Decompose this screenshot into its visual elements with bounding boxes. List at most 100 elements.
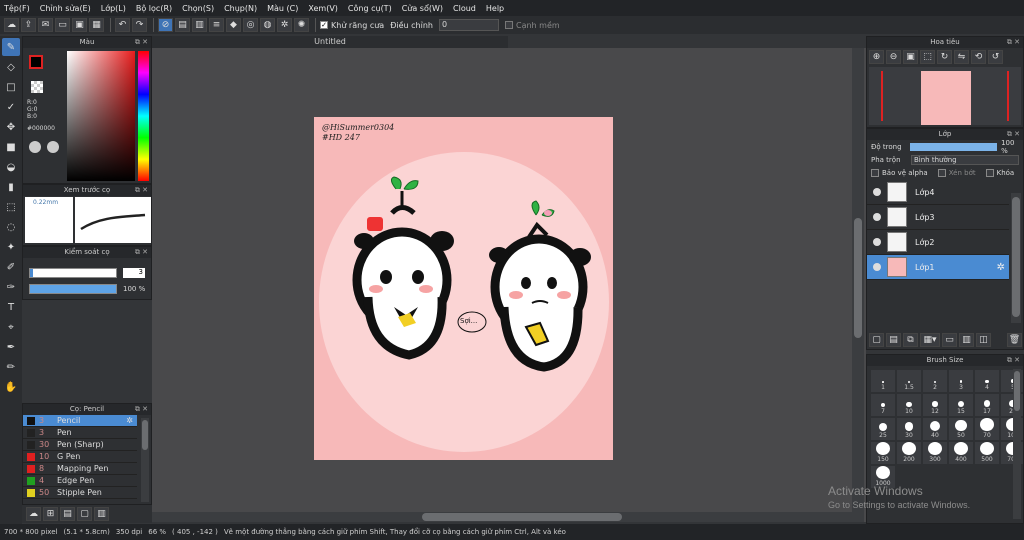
lasso-tool-icon[interactable]: ◌ [2,218,20,236]
brush-size-cell[interactable]: 200 [897,442,921,464]
brush-size-cell[interactable]: 1.5 [897,370,921,392]
actual-size-icon[interactable]: ⬚ [920,50,935,64]
hand-tool-icon[interactable]: ✋ [2,378,20,396]
rect-tool-icon[interactable]: □ [2,78,20,96]
brush-size-cell[interactable]: 15 [949,394,973,416]
brush-size-cell[interactable]: 50 [949,418,973,440]
brush-list-item[interactable]: 8 Mapping Pen [23,463,137,475]
brush-list-item[interactable]: 3 Pencil ✲ [23,415,137,427]
new-layer-icon[interactable]: ▢ [869,333,884,347]
menu-item[interactable]: Công cụ(T) [348,4,392,13]
layer-settings-icon[interactable]: ▦▾ [920,333,940,347]
move-tool-icon[interactable]: ✥ [2,118,20,136]
menu-item[interactable]: Xem(V) [308,4,338,13]
flip-icon[interactable]: ⇋ [954,50,969,64]
fg-color-swatch[interactable] [29,55,43,69]
grid-icon[interactable]: ▦ [89,18,104,32]
symmetry-icon[interactable]: ✺ [294,18,309,32]
size-value[interactable]: 3 [123,268,145,278]
antialias-checkbox[interactable]: ✓ [320,21,328,29]
divide-tool-icon[interactable]: ⌖ [2,318,20,336]
menu-item[interactable]: Lớp(L) [101,4,126,13]
layer-list-scrollbar[interactable] [1011,193,1021,323]
canvas-horizontal-scrollbar[interactable] [152,512,852,522]
ellipse-icon[interactable]: ◍ [260,18,275,32]
gradient-tool-icon[interactable]: ▮ [2,178,20,196]
reset-icon[interactable]: ⟲ [971,50,986,64]
layer-row[interactable]: Lớp3 [867,205,1009,230]
brush-tool-icon[interactable]: ✎ [2,38,20,56]
panel-menu-icon[interactable]: ⧉ ✕ [135,37,148,48]
folder-icon[interactable]: ▭ [55,18,70,32]
wand-tool-icon[interactable]: ✦ [2,238,20,256]
panel-menu-icon[interactable]: ⧉ ✕ [1007,37,1020,48]
delete-brush-icon[interactable]: ▥ [94,507,109,521]
navigator-preview[interactable] [869,67,1021,125]
rotate-icon[interactable]: ↻ [937,50,952,64]
eraser-tool-icon[interactable]: ◇ [2,58,20,76]
brush-size-cell[interactable]: 150 [871,442,895,464]
brush-size-scrollbar[interactable] [1013,369,1021,519]
smooth-checkbox[interactable] [504,21,513,29]
brush-list-item[interactable]: 30 Pen (Sharp) [23,439,137,451]
artboard[interactable]: @HiSummer0304 #HD 247 Sợi... [314,117,613,460]
brush-size-cell[interactable]: 1 [871,370,895,392]
layer-row[interactable]: Lớp4 [867,180,1009,205]
gear-icon[interactable]: ✲ [997,262,1005,273]
horizontal-scroll-thumb[interactable] [422,513,622,521]
hue-slider[interactable] [138,51,149,181]
panel-menu-icon[interactable]: ⧉ ✕ [135,247,148,258]
merge-layer-icon[interactable]: ▥ [959,333,974,347]
menu-item[interactable]: Tệp(F) [4,4,30,13]
vertical-scroll-thumb[interactable] [854,218,862,338]
undo-icon[interactable]: ↶ [115,18,130,32]
panel-menu-icon[interactable]: ⧉ ✕ [1007,129,1020,140]
text-tool-icon[interactable]: T [2,298,20,316]
brush-size-cell[interactable]: 3 [949,370,973,392]
brush-size-cell[interactable]: 10 [897,394,921,416]
new-halftone-layer-icon[interactable]: ▤ [886,333,901,347]
brush-list-scrollbar[interactable] [141,418,149,502]
menu-item[interactable]: Bộ lọc(R) [136,4,172,13]
opacity-slider[interactable] [29,284,117,294]
brush-size-cell[interactable]: 25 [871,418,895,440]
saturation-value-picker[interactable] [67,51,135,181]
eye-icon[interactable] [873,238,881,246]
brush-size-cell[interactable]: 70 [975,418,999,440]
zoom-in-icon[interactable]: ⊕ [869,50,884,64]
panel-menu-icon[interactable]: ⧉ ✕ [1007,355,1020,366]
zoom-out-icon[interactable]: ⊖ [886,50,901,64]
brush-list-item[interactable]: 10 G Pen [23,451,137,463]
brush-size-cell[interactable]: 17 [975,394,999,416]
panel-menu-icon[interactable]: ⧉ ✕ [135,404,148,415]
fit-icon[interactable]: ▣ [903,50,918,64]
transparent-swatch[interactable] [31,81,43,93]
deselect-icon[interactable]: ⊘ [158,18,173,32]
brush-size-cell[interactable]: 300 [923,442,947,464]
blend-select[interactable]: Bình thường [911,154,1019,165]
comment-icon[interactable]: ✉ [38,18,53,32]
brush-size-cell[interactable]: 30 [897,418,921,440]
add-brush-icon[interactable]: ⊞ [43,507,58,521]
brush-size-cell[interactable]: 400 [949,442,973,464]
select-tool-icon[interactable]: ⬚ [2,198,20,216]
brush-list-item[interactable]: 50 Stipple Pen [23,487,137,499]
brush-size-cell[interactable]: 12 [923,394,947,416]
layer-row[interactable]: Lớp2 [867,230,1009,255]
brush-size-cell[interactable]: 7 [871,394,895,416]
new-brush-icon[interactable]: ▢ [77,507,92,521]
layer-row[interactable]: Lớp1 ✲ [867,255,1009,280]
redo-icon[interactable]: ↷ [132,18,147,32]
eye-icon[interactable] [873,188,881,196]
delete-layer-icon[interactable]: 🗑 [1007,333,1022,347]
lines-icon[interactable]: ≡ [209,18,224,32]
pen-tool-icon[interactable]: ✏ [2,358,20,376]
eye-icon[interactable] [873,263,881,271]
bucket-tool-icon[interactable]: ◒ [2,158,20,176]
menu-item[interactable]: Màu (C) [267,4,298,13]
menu-item[interactable]: Help [486,4,504,13]
clear-layer-icon[interactable]: ◫ [976,333,991,347]
folder-layer-icon[interactable]: ▭ [942,333,957,347]
eye-icon[interactable] [873,213,881,221]
adjust-select[interactable]: 0 [438,19,499,31]
